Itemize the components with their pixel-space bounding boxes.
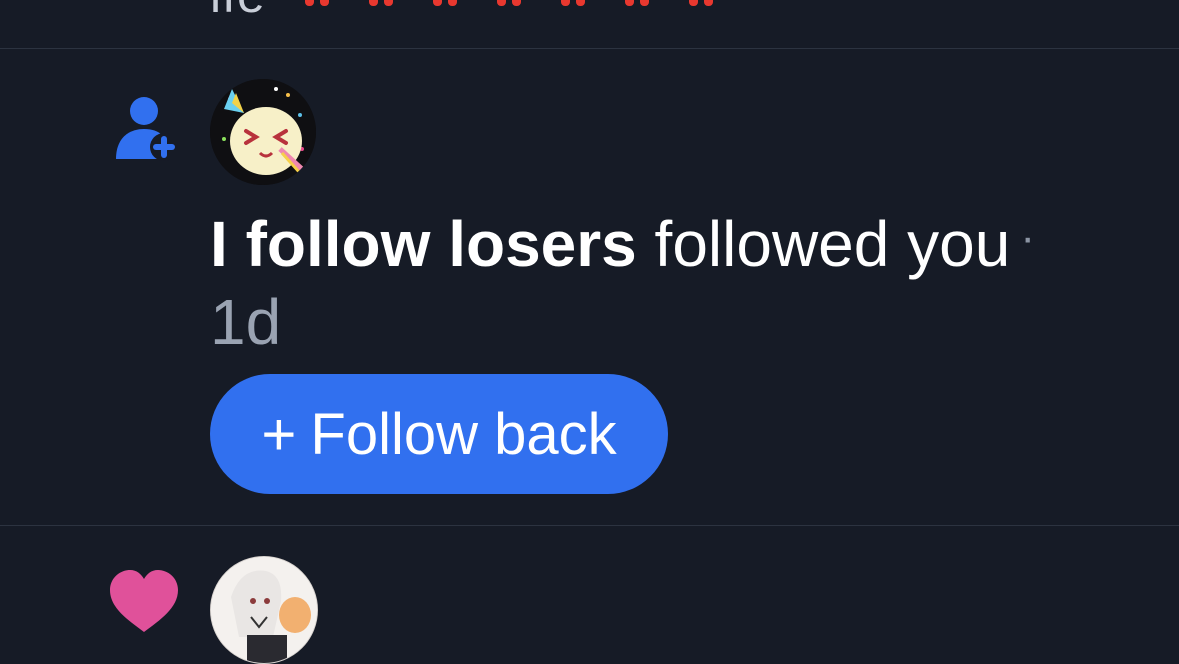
double-exclamation-icon — [625, 0, 655, 6]
notification-text: I follow losers followed you · 1d — [210, 199, 1090, 361]
person-add-icon — [116, 97, 178, 161]
double-exclamation-icon — [689, 0, 719, 6]
like-notification[interactable] — [0, 526, 1179, 664]
anime-avatar — [211, 557, 317, 663]
previous-notification-text: ife — [210, 0, 266, 24]
follower-name[interactable]: I follow losers — [210, 208, 637, 280]
previous-notification[interactable]: ife — [0, 0, 1179, 48]
double-exclamation-icon — [433, 0, 463, 6]
exclamation-emojis — [305, 0, 719, 6]
follow-back-label: Follow back — [310, 401, 617, 467]
double-exclamation-icon — [497, 0, 527, 6]
separator-dot: · — [1020, 213, 1035, 262]
plus-icon: + — [261, 400, 297, 468]
action-text: followed you — [654, 208, 1011, 280]
heart-icon — [110, 570, 178, 632]
double-exclamation-icon — [561, 0, 591, 6]
follow-notification[interactable]: I follow losers followed you · 1d + Follo… — [0, 49, 1179, 525]
follower-avatar[interactable] — [210, 79, 316, 185]
follow-back-button[interactable]: + Follow back — [210, 374, 668, 494]
liker-avatar[interactable] — [210, 556, 318, 664]
double-exclamation-icon — [369, 0, 399, 6]
party-face-avatar — [210, 79, 316, 185]
double-exclamation-icon — [305, 0, 335, 6]
timestamp: 1d — [210, 286, 282, 358]
